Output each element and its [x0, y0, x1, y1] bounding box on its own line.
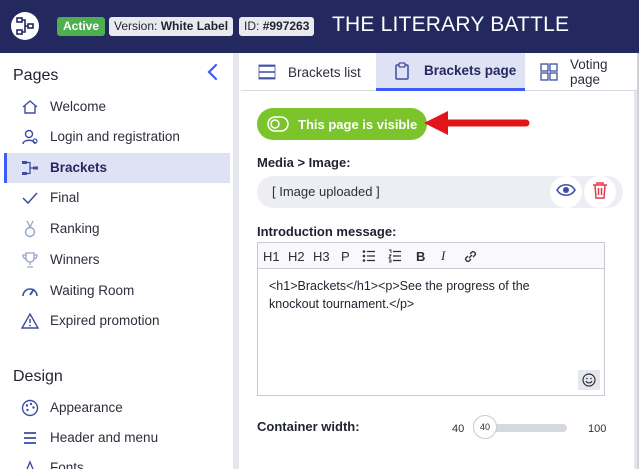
tab-voting-page[interactable]: Voting page	[540, 53, 639, 91]
sidebar-item-expired-promotion[interactable]: Expired promotion	[4, 306, 230, 336]
heading-2-button[interactable]: H2	[288, 248, 305, 264]
collapse-sidebar-icon[interactable]	[205, 62, 221, 82]
version-label: Version:	[114, 19, 158, 33]
sidebar-item-fonts[interactable]: Fonts	[4, 453, 230, 469]
heading-3-button[interactable]: H3	[313, 248, 330, 264]
sidebar-item-header-and-menu[interactable]: Header and menu	[4, 423, 230, 453]
visibility-label: This page is visible	[298, 117, 418, 132]
introduction-message-label: Introduction message:	[257, 224, 397, 239]
version-value: White Label	[160, 19, 229, 33]
grid-icon	[540, 63, 558, 81]
tab-brackets-list[interactable]: Brackets list	[258, 53, 361, 91]
sidebar-item-label: Fonts	[50, 460, 84, 469]
link-icon[interactable]	[463, 248, 478, 264]
main-panel: Brackets list Brackets page Voting page …	[241, 53, 639, 469]
list-icon	[258, 63, 276, 81]
rich-text-editor[interactable]: H1 H2 H3 P B I <h1>Brackets</h1><p>See t…	[257, 242, 605, 396]
image-upload-value: [ Image uploaded ]	[272, 184, 380, 199]
sidebar-item-label: Brackets	[50, 160, 108, 175]
font-icon	[20, 459, 40, 469]
warning-icon	[20, 312, 40, 330]
delete-image-button[interactable]	[584, 176, 616, 208]
version-badge: Version: White Label	[109, 17, 234, 36]
app-logo-icon[interactable]	[11, 12, 39, 40]
editor-content[interactable]: <h1>Brackets</h1><p>See the progress of …	[269, 277, 569, 313]
container-width-label: Container width:	[257, 419, 360, 434]
tab-bar: Brackets list Brackets page Voting page	[241, 53, 639, 91]
sidebar-item-label: Welcome	[50, 99, 107, 114]
slider-max-value: 100	[588, 423, 607, 435]
numbered-list-icon[interactable]	[388, 248, 402, 264]
tab-brackets-page[interactable]: Brackets page	[376, 53, 525, 91]
sidebar-item-label: Winners	[50, 252, 100, 267]
id-value: #997263	[262, 19, 310, 33]
paragraph-button[interactable]: P	[341, 248, 350, 264]
id-badge: ID: #997263	[239, 17, 315, 36]
status-badge: Active	[57, 17, 106, 36]
toggle-icon	[267, 116, 289, 132]
preview-image-button[interactable]	[550, 176, 582, 208]
sidebar-item-waiting-room[interactable]: Waiting Room	[4, 276, 230, 306]
section-pages-title: Pages	[13, 67, 59, 84]
sidebar-item-final[interactable]: Final	[4, 183, 230, 213]
sidebar-item-label: Ranking	[50, 221, 100, 236]
sidebar-item-brackets[interactable]: Brackets	[4, 153, 230, 183]
gauge-icon	[20, 282, 40, 300]
tab-label: Voting page	[570, 57, 608, 87]
annotation-arrow-icon	[424, 111, 530, 135]
tab-label: Brackets list	[288, 64, 361, 80]
home-icon	[20, 98, 40, 116]
trash-icon	[592, 181, 608, 204]
sidebar-item-winners[interactable]: Winners	[4, 245, 230, 275]
menu-icon	[20, 429, 40, 447]
sidebar-item-login-and-registration[interactable]: Login and registration	[4, 122, 230, 152]
brackets-icon	[20, 159, 40, 177]
sidebar-item-label: Final	[50, 190, 80, 205]
sidebar-item-ranking[interactable]: Ranking	[4, 214, 230, 244]
medal-icon	[20, 220, 40, 238]
section-design-title: Design	[13, 368, 63, 385]
italic-icon[interactable]: I	[441, 248, 445, 264]
editor-toolbar: H1 H2 H3 P B I	[258, 243, 604, 269]
sidebar: Pages Welcome Login and registration Bra…	[4, 53, 230, 469]
sidebar-item-label: Appearance	[50, 400, 123, 415]
sidebar-item-label: Waiting Room	[50, 283, 135, 298]
slider-min-value: 40	[452, 423, 465, 435]
tab-label: Brackets page	[424, 63, 517, 78]
bullet-list-icon[interactable]	[362, 248, 376, 264]
sidebar-item-welcome[interactable]: Welcome	[4, 92, 230, 122]
checkmark-icon	[20, 189, 40, 207]
page-visibility-toggle[interactable]: This page is visible	[257, 108, 427, 140]
sidebar-item-label: Header and menu	[50, 430, 159, 445]
eye-icon	[556, 183, 576, 202]
media-image-label: Media > Image:	[257, 155, 351, 170]
user-login-icon	[20, 128, 40, 146]
bold-icon[interactable]: B	[416, 248, 425, 264]
page-title: THE LITERARY BATTLE	[332, 13, 570, 36]
sidebar-item-appearance[interactable]: Appearance	[4, 393, 230, 423]
sidebar-item-label: Login and registration	[50, 129, 180, 144]
slider-handle[interactable]: 40	[473, 415, 497, 439]
heading-1-button[interactable]: H1	[263, 248, 280, 264]
sidebar-scrollbar[interactable]	[233, 53, 239, 469]
emoji-icon[interactable]	[578, 370, 600, 390]
trophy-icon	[20, 251, 40, 269]
clipboard-icon	[394, 61, 412, 80]
id-label: ID:	[244, 19, 260, 33]
sidebar-item-label: Expired promotion	[50, 313, 160, 328]
top-bar: Active Version: White Label ID: #997263 …	[0, 0, 639, 53]
palette-icon	[20, 399, 40, 417]
